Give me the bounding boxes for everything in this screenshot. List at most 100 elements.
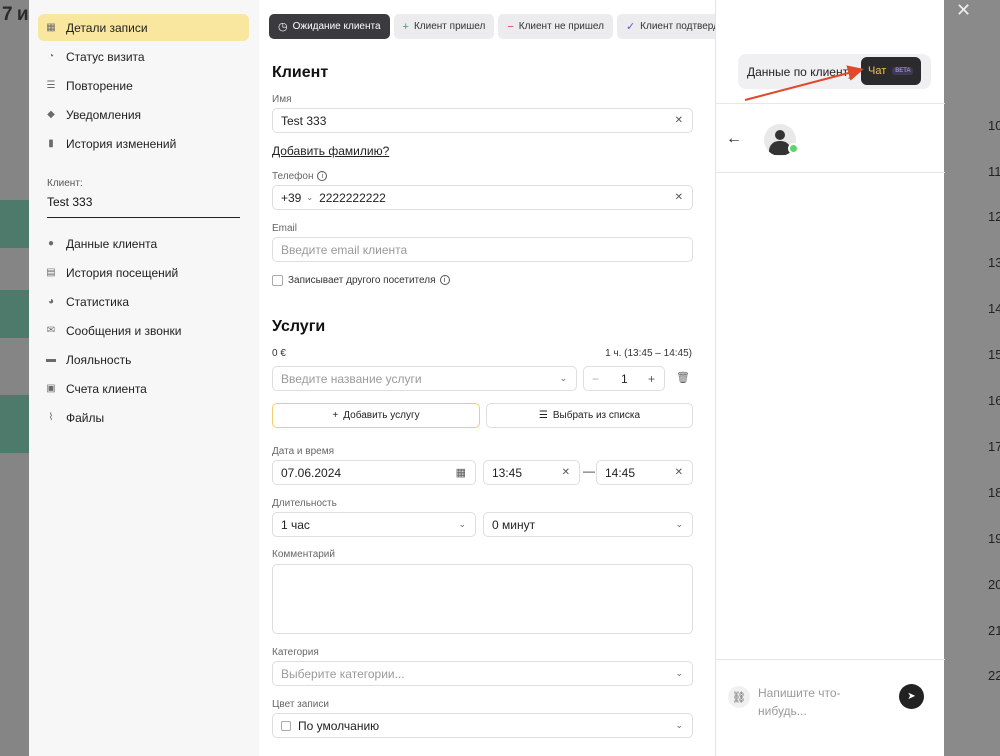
- divider: [716, 172, 945, 173]
- chevron-down-icon[interactable]: ⌄: [306, 193, 313, 202]
- status-button-label: Клиент не пришел: [518, 21, 604, 32]
- other-visitor-checkbox[interactable]: [272, 275, 283, 286]
- link-icon[interactable]: ⛓: [728, 686, 750, 708]
- sidebar-item-history[interactable]: ▮ История изменений: [38, 130, 249, 157]
- chevron-down-icon: ⌄: [458, 519, 466, 529]
- message-input[interactable]: Напишите что-нибудь...: [758, 684, 858, 720]
- phone-label: Телефон i: [272, 171, 328, 182]
- end-time-value: 14:45: [605, 465, 636, 480]
- plus-icon[interactable]: +: [648, 372, 655, 386]
- end-time-field[interactable]: 14:45 ✕: [596, 460, 693, 485]
- tab-chat[interactable]: Чат BETA: [861, 57, 921, 85]
- clear-icon[interactable]: ✕: [562, 467, 570, 478]
- services-heading: Услуги: [272, 318, 326, 335]
- status-button-label: Ожидание клиента: [292, 21, 381, 32]
- sidebar-item-visit-status[interactable]: ◔ Статус визита: [38, 43, 249, 70]
- sidebar-item-label: Файлы: [66, 410, 105, 425]
- sidebar-item-invoices[interactable]: ▣ Счета клиента: [38, 375, 249, 402]
- phone-field[interactable]: +39 ⌄ 2222222222 ✕: [272, 185, 693, 210]
- add-surname-link[interactable]: Добавить фамилию?: [272, 144, 389, 158]
- online-status-icon: [788, 143, 799, 154]
- minus-icon[interactable]: −: [592, 372, 599, 386]
- comment-label: Комментарий: [272, 549, 335, 560]
- calendar-hours-column: 10 11 12 13 14 15 16 17 18 19 20 21 22: [944, 0, 1000, 756]
- list-icon: ☰: [538, 410, 548, 421]
- sidebar-item-repeat[interactable]: ☰ Повторение: [38, 72, 249, 99]
- email-label: Email: [272, 223, 298, 234]
- modal-sidebar: ▦ Детали записи ◔ Статус визита ☰ Повтор…: [29, 0, 259, 756]
- client-chat-panel: Данные по клиенту Чат BETA ← ⛓ Напишите …: [715, 0, 945, 756]
- list-icon: ☰: [46, 80, 56, 91]
- clear-icon[interactable]: ✕: [675, 192, 683, 203]
- sidebar-item-client-data[interactable]: ● Данные клиента: [38, 230, 249, 257]
- tab-chat-label: Чат: [868, 65, 887, 77]
- chevron-down-icon: ⌄: [559, 373, 567, 383]
- name-field[interactable]: Test 333 ✕: [272, 108, 693, 133]
- info-icon[interactable]: i: [317, 171, 328, 182]
- sidebar-item-label: История посещений: [66, 265, 179, 280]
- client-heading: Клиент: [272, 64, 329, 81]
- document-icon: ▮: [48, 138, 54, 149]
- status-no-show-button[interactable]: − Клиент не пришел: [498, 14, 613, 39]
- status-waiting-button[interactable]: ◷ Ожидание клиента: [269, 14, 390, 39]
- phone-value: 2222222222: [319, 190, 386, 205]
- comment-textarea[interactable]: [272, 564, 693, 634]
- clock-icon: ◷: [278, 21, 288, 33]
- category-select[interactable]: Выберите категории... ⌄: [272, 661, 693, 686]
- sidebar-item-messages[interactable]: ✉ Сообщения и звонки: [38, 317, 249, 344]
- sidebar-item-statistics[interactable]: ◕ Статистика: [38, 288, 249, 315]
- annotation-arrow: [744, 65, 864, 101]
- card-icon: ▬: [46, 354, 56, 365]
- clear-icon[interactable]: ✕: [675, 467, 683, 478]
- plus-icon: +: [402, 20, 409, 33]
- services-duration-summary: 1 ч. (13:45 – 14:45): [605, 348, 692, 359]
- email-field[interactable]: Введите email клиента: [272, 237, 693, 262]
- time-range-dash: —: [583, 464, 595, 478]
- other-visitor-text: Записывает другого посетителя: [288, 275, 436, 286]
- back-arrow-icon[interactable]: ←: [726, 130, 742, 148]
- hour-label: 20: [988, 577, 1000, 592]
- services-price: 0 €: [272, 348, 286, 359]
- hour-label: 19: [988, 531, 1000, 546]
- quantity-stepper[interactable]: − 1 +: [583, 366, 665, 391]
- sidebar-item-label: История изменений: [66, 136, 177, 151]
- appointment-modal: ▦ Детали записи ◔ Статус визита ☰ Повтор…: [29, 0, 945, 756]
- duration-hours-select[interactable]: 1 час ⌄: [272, 512, 476, 537]
- phone-country-code[interactable]: +39: [281, 191, 301, 205]
- calendar-icon[interactable]: ▦: [456, 466, 466, 479]
- service-placeholder: Введите название услуги: [281, 371, 422, 386]
- sidebar-item-details[interactable]: ▦ Детали записи: [38, 14, 249, 41]
- status-arrived-button[interactable]: + Клиент пришел: [393, 14, 495, 39]
- color-select[interactable]: По умолчанию ⌄: [272, 713, 693, 738]
- name-label: Имя: [272, 94, 292, 105]
- choose-from-list-button[interactable]: ☰ Выбрать из списка: [486, 403, 693, 428]
- sidebar-item-label: Данные клиента: [66, 236, 158, 251]
- color-swatch: [281, 720, 291, 731]
- trash-icon[interactable]: 🗑: [676, 371, 690, 384]
- info-icon[interactable]: i: [439, 275, 450, 286]
- sidebar-item-visit-history[interactable]: ▤ История посещений: [38, 259, 249, 286]
- status-buttons: ◷ Ожидание клиента + Клиент пришел − Кли…: [269, 14, 740, 39]
- start-time-field[interactable]: 13:45 ✕: [483, 460, 580, 485]
- clear-icon[interactable]: ✕: [675, 115, 683, 126]
- duration-minutes-select[interactable]: 0 минут ⌄: [483, 512, 693, 537]
- envelope-icon: ✉: [46, 325, 56, 336]
- duration-label: Длительность: [272, 498, 337, 509]
- add-service-button[interactable]: + Добавить услугу: [272, 403, 480, 428]
- send-icon[interactable]: ➤: [899, 684, 924, 709]
- date-field[interactable]: 07.06.2024 ▦: [272, 460, 476, 485]
- hour-label: 13: [988, 255, 1000, 270]
- hour-label: 14: [988, 301, 1000, 316]
- service-search-input[interactable]: Введите название услуги ⌄: [272, 366, 577, 391]
- pie-chart-icon: ◕: [47, 296, 55, 307]
- close-icon[interactable]: ✕: [956, 0, 971, 21]
- sidebar-item-label: Лояльность: [66, 352, 132, 367]
- sidebar-item-label: Статус визита: [66, 49, 145, 64]
- sidebar-item-files[interactable]: ⌇ Файлы: [38, 404, 249, 431]
- sidebar-item-loyalty[interactable]: ▬ Лояльность: [38, 346, 249, 373]
- date-value: 07.06.2024: [281, 465, 342, 480]
- table-icon: ▤: [46, 267, 56, 278]
- clock-icon: ◔: [47, 51, 55, 62]
- sidebar-item-notifications[interactable]: ◆ Уведомления: [38, 101, 249, 128]
- hour-label: 21: [988, 623, 1000, 638]
